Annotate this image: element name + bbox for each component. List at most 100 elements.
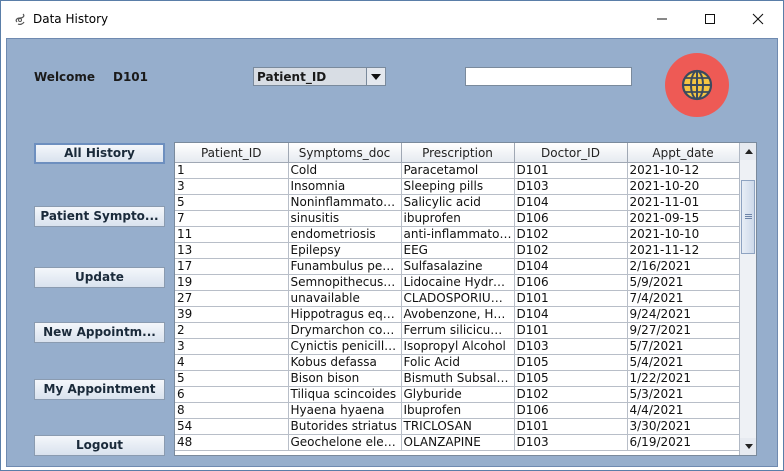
table-row[interactable]: 27 unavailable CLADOSPORIUM ... D101 7/4/202… bbox=[175, 290, 740, 307]
table-cell[interactable]: 1 bbox=[175, 162, 289, 179]
table-cell[interactable]: 6/19/2021 bbox=[627, 434, 740, 451]
table-cell[interactable]: CLADOSPORIUM ... bbox=[401, 290, 515, 307]
table-row[interactable]: 48 Geochelone eleph... OLANZAPINE D103 6/19/… bbox=[175, 434, 740, 451]
table-cell[interactable]: Paracetamol bbox=[401, 162, 515, 179]
table-cell[interactable]: 2021-09-15 bbox=[627, 210, 740, 227]
table-cell[interactable]: 4 bbox=[175, 354, 289, 371]
table-cell[interactable]: endometriosis bbox=[288, 226, 402, 243]
table-row[interactable]: 5 Noninflammatory ... Salicylic acid D104 20… bbox=[175, 194, 740, 211]
table-cell[interactable]: 11 bbox=[175, 226, 289, 243]
table-row[interactable]: 6 Tiliqua scincoides Glyburide D102 5/3/2021 bbox=[175, 386, 740, 403]
table-cell[interactable]: Isopropyl Alcohol bbox=[401, 338, 515, 355]
table-cell[interactable]: Insomnia bbox=[288, 178, 402, 195]
scroll-up-button[interactable] bbox=[740, 143, 756, 160]
scroll-thumb[interactable] bbox=[741, 180, 755, 254]
column-header[interactable]: Symptoms_doc bbox=[288, 143, 402, 163]
table-cell[interactable]: D106 bbox=[514, 402, 628, 419]
all-history-button[interactable]: All History bbox=[34, 143, 165, 164]
update-button[interactable]: Update bbox=[34, 267, 165, 288]
table-row[interactable]: 1 Cold Paracetamol D101 2021-10-12 bbox=[175, 162, 740, 179]
table-cell[interactable]: EEG bbox=[401, 242, 515, 259]
table-cell[interactable]: 13 bbox=[175, 242, 289, 259]
table-cell[interactable]: Drymarchon coria... bbox=[288, 322, 402, 339]
table-cell[interactable]: anti-inflammatory ... bbox=[401, 226, 515, 243]
table-cell[interactable]: Ibuprofen bbox=[401, 402, 515, 419]
table-cell[interactable]: Tiliqua scincoides bbox=[288, 386, 402, 403]
table-cell[interactable]: 5/3/2021 bbox=[627, 386, 740, 403]
table-cell[interactable]: 2/16/2021 bbox=[627, 258, 740, 275]
table-cell[interactable]: sinusitis bbox=[288, 210, 402, 227]
table-cell[interactable]: Butorides striatus bbox=[288, 418, 402, 435]
table-cell[interactable]: 5 bbox=[175, 370, 289, 387]
new-appointment-button[interactable]: New Appointm... bbox=[34, 322, 165, 343]
table-cell[interactable]: Salicylic acid bbox=[401, 194, 515, 211]
table-cell[interactable]: Epilepsy bbox=[288, 242, 402, 259]
table-cell[interactable]: 48 bbox=[175, 434, 289, 451]
table-cell[interactable]: Bison bison bbox=[288, 370, 402, 387]
table-cell[interactable]: 4/4/2021 bbox=[627, 402, 740, 419]
table-cell[interactable]: D101 bbox=[514, 290, 628, 307]
table-cell[interactable]: TRICLOSAN bbox=[401, 418, 515, 435]
table-row[interactable]: 13 Epilepsy EEG D102 2021-11-12 bbox=[175, 242, 740, 259]
filter-dropdown[interactable]: Patient_ID bbox=[253, 67, 386, 86]
globe-button[interactable] bbox=[665, 53, 729, 117]
column-header[interactable]: Doctor_ID bbox=[514, 143, 628, 163]
table-cell[interactable]: 39 bbox=[175, 306, 289, 323]
table-cell[interactable]: Hyaena hyaena bbox=[288, 402, 402, 419]
table-cell[interactable]: 54 bbox=[175, 418, 289, 435]
column-header[interactable]: Appt_date bbox=[627, 143, 740, 163]
patient-symptoms-button[interactable]: Patient Sympto... bbox=[34, 206, 165, 227]
close-button[interactable] bbox=[735, 1, 781, 37]
table-cell[interactable]: 17 bbox=[175, 258, 289, 275]
table-cell[interactable]: unavailable bbox=[288, 290, 402, 307]
table-cell[interactable]: Glyburide bbox=[401, 386, 515, 403]
table-cell[interactable]: Bismuth Subsalic... bbox=[401, 370, 515, 387]
table-cell[interactable]: D104 bbox=[514, 306, 628, 323]
table-cell[interactable]: 2021-10-20 bbox=[627, 178, 740, 195]
table-cell[interactable]: D101 bbox=[514, 322, 628, 339]
table-cell[interactable]: D103 bbox=[514, 434, 628, 451]
table-cell[interactable]: 9/24/2021 bbox=[627, 306, 740, 323]
dropdown-arrow-button[interactable] bbox=[366, 68, 385, 85]
table-cell[interactable]: Sleeping pills bbox=[401, 178, 515, 195]
table-cell[interactable]: Hippotragus equi... bbox=[288, 306, 402, 323]
table-cell[interactable]: D101 bbox=[514, 162, 628, 179]
table-cell[interactable]: D104 bbox=[514, 194, 628, 211]
table-cell[interactable]: 2021-11-01 bbox=[627, 194, 740, 211]
table-cell[interactable]: D104 bbox=[514, 258, 628, 275]
table-row[interactable]: 19 Semnopithecus e... Lidocaine Hydroc... D… bbox=[175, 274, 740, 291]
table-cell[interactable]: 6 bbox=[175, 386, 289, 403]
table-cell[interactable]: 8 bbox=[175, 402, 289, 419]
table-cell[interactable]: 2 bbox=[175, 322, 289, 339]
vertical-scrollbar[interactable] bbox=[739, 143, 756, 455]
table-row[interactable]: 3 Cynictis penicillata Isopropyl Alcohol D1… bbox=[175, 338, 740, 355]
table-row[interactable]: 17 Funambulus penn... Sulfasalazine D104 2/1… bbox=[175, 258, 740, 275]
logout-button[interactable]: Logout bbox=[34, 435, 165, 456]
table-row[interactable]: 2 Drymarchon coria... Ferrum silicicum ...… bbox=[175, 322, 740, 339]
table-cell[interactable]: D106 bbox=[514, 274, 628, 291]
table-cell[interactable]: Semnopithecus e... bbox=[288, 274, 402, 291]
table-cell[interactable]: 2021-11-12 bbox=[627, 242, 740, 259]
table-cell[interactable]: 5/9/2021 bbox=[627, 274, 740, 291]
table-cell[interactable]: 5/4/2021 bbox=[627, 354, 740, 371]
table-cell[interactable]: 1/22/2021 bbox=[627, 370, 740, 387]
search-input[interactable] bbox=[465, 67, 632, 86]
table-cell[interactable]: 2021-10-10 bbox=[627, 226, 740, 243]
column-header[interactable]: Patient_ID bbox=[175, 143, 289, 163]
table-cell[interactable]: 7/4/2021 bbox=[627, 290, 740, 307]
table-cell[interactable]: Geochelone eleph... bbox=[288, 434, 402, 451]
table-cell[interactable]: D101 bbox=[514, 418, 628, 435]
table-cell[interactable]: 7 bbox=[175, 210, 289, 227]
table-row[interactable]: 39 Hippotragus equi... Avobenzone, Hom... D… bbox=[175, 306, 740, 323]
history-table[interactable]: Patient_ID Symptoms_doc Prescription Doc… bbox=[174, 142, 757, 456]
table-row[interactable]: 3 Insomnia Sleeping pills D103 2021-10-20 bbox=[175, 178, 740, 195]
table-row[interactable]: 54 Butorides striatus TRICLOSAN D101 3/30/20… bbox=[175, 418, 740, 435]
table-cell[interactable]: Ferrum silicicum ... bbox=[401, 322, 515, 339]
table-row[interactable]: 11endometriosisanti-inflammatory ...D102… bbox=[175, 226, 740, 243]
table-cell[interactable]: 3 bbox=[175, 338, 289, 355]
table-cell[interactable]: 27 bbox=[175, 290, 289, 307]
table-cell[interactable]: 5/7/2021 bbox=[627, 338, 740, 355]
table-cell[interactable]: Avobenzone, Hom... bbox=[401, 306, 515, 323]
table-cell[interactable]: D103 bbox=[514, 178, 628, 195]
table-cell[interactable]: D106 bbox=[514, 210, 628, 227]
